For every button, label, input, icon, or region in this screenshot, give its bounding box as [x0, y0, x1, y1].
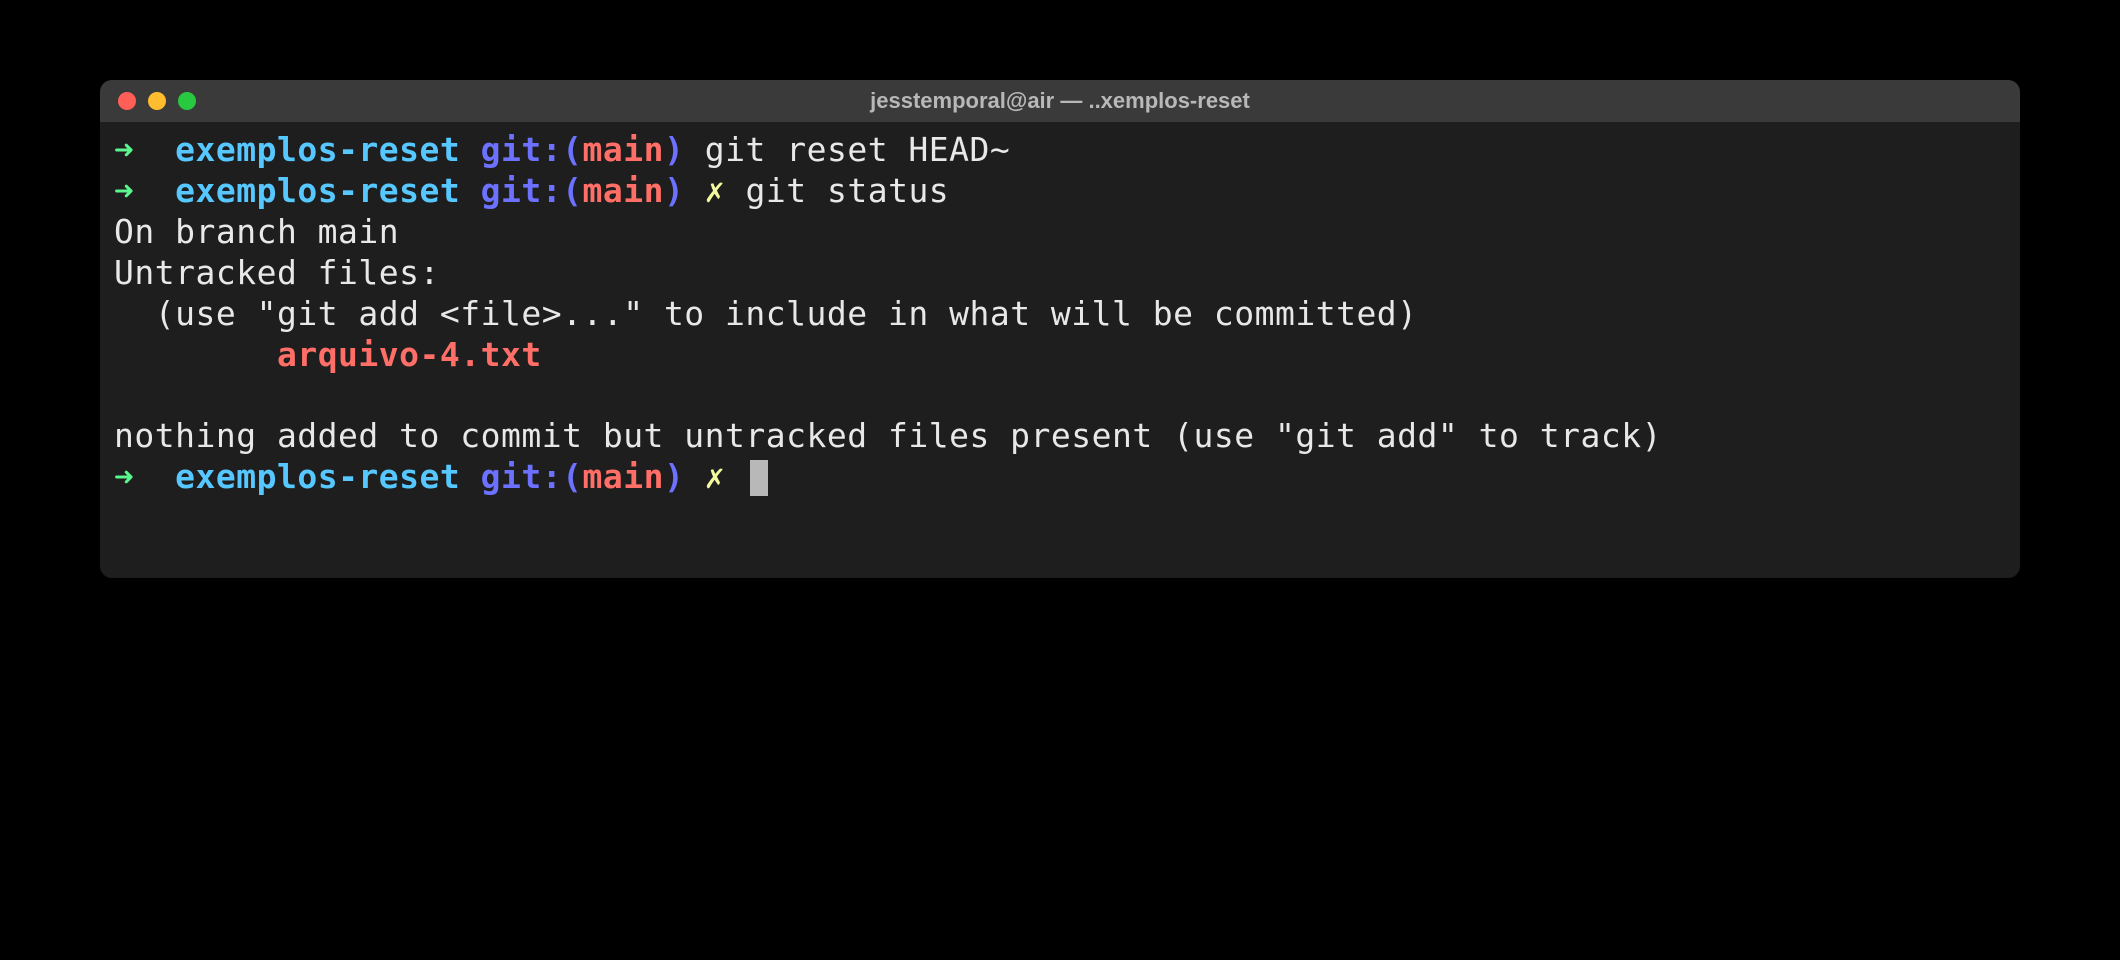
output-untracked-file-line: arquivo-4.txt [114, 335, 2006, 376]
prompt-directory: exemplos-reset [175, 171, 460, 210]
prompt-paren-open: ( [562, 457, 582, 496]
prompt-line-1: ➜ exemplos-reset git:(main) git reset HE… [114, 130, 2006, 171]
prompt-arrow-icon: ➜ [114, 171, 134, 210]
maximize-button[interactable] [178, 92, 196, 110]
prompt-git-label: git: [481, 457, 562, 496]
indent [114, 335, 277, 374]
prompt-line-2: ➜ exemplos-reset git:(main) ✗ git status [114, 171, 2006, 212]
prompt-paren-close: ) [664, 171, 684, 210]
terminal-window: jesstemporal@air — ..xemplos-reset ➜ exe… [100, 80, 2020, 578]
prompt-line-3: ➜ exemplos-reset git:(main) ✗ [114, 457, 2006, 498]
prompt-arrow-icon: ➜ [114, 130, 134, 169]
terminal-body[interactable]: ➜ exemplos-reset git:(main) git reset HE… [100, 122, 2020, 578]
prompt-directory: exemplos-reset [175, 457, 460, 496]
prompt-paren-open: ( [562, 130, 582, 169]
traffic-lights [118, 92, 196, 110]
output-line: (use "git add <file>..." to include in w… [114, 294, 2006, 335]
dirty-marker-icon: ✗ [705, 171, 725, 210]
dirty-marker-icon: ✗ [705, 457, 725, 496]
command-text: git reset HEAD~ [705, 130, 1011, 169]
cursor [750, 460, 768, 496]
window-title: jesstemporal@air — ..xemplos-reset [116, 88, 2004, 114]
prompt-branch: main [583, 171, 664, 210]
untracked-file-name: arquivo-4.txt [277, 335, 542, 374]
output-line: Untracked files: [114, 253, 2006, 294]
prompt-arrow-icon: ➜ [114, 457, 134, 496]
prompt-directory: exemplos-reset [175, 130, 460, 169]
command-text: git status [746, 171, 950, 210]
window-titlebar: jesstemporal@air — ..xemplos-reset [100, 80, 2020, 122]
output-line: nothing added to commit but untracked fi… [114, 416, 2006, 457]
prompt-git-label: git: [481, 130, 562, 169]
prompt-branch: main [583, 130, 664, 169]
prompt-branch: main [583, 457, 664, 496]
prompt-paren-open: ( [562, 171, 582, 210]
output-line: On branch main [114, 212, 2006, 253]
prompt-git-label: git: [481, 171, 562, 210]
minimize-button[interactable] [148, 92, 166, 110]
blank-line [114, 375, 2006, 416]
prompt-paren-close: ) [664, 130, 684, 169]
close-button[interactable] [118, 92, 136, 110]
prompt-paren-close: ) [664, 457, 684, 496]
